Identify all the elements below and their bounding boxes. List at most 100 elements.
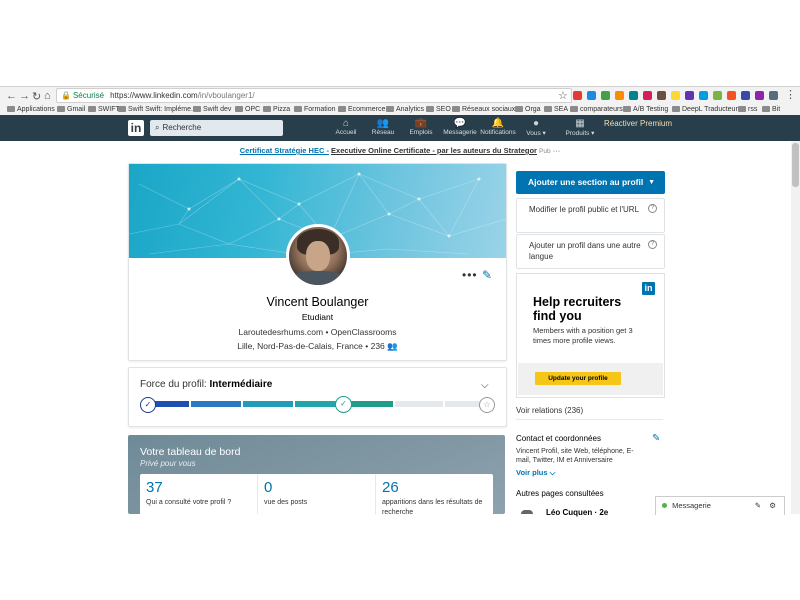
recruiter-ad: in Help recruiters find you Members with…	[516, 273, 665, 398]
ad-description: Members with a position get 3 times more…	[533, 326, 633, 345]
check-icon: ✓	[335, 396, 352, 413]
bookmark-item[interactable]: OPC	[235, 104, 260, 115]
extension-icon[interactable]	[727, 91, 736, 100]
stat-post-views[interactable]: 0 vue des posts	[258, 474, 376, 514]
home-browser-icon[interactable]: ⌂	[44, 90, 51, 102]
extension-icon[interactable]	[699, 91, 708, 100]
dashboard-stats: 37 Qui a consulté votre profil ? 0 vue d…	[140, 474, 493, 514]
extension-icon[interactable]	[601, 91, 610, 100]
stat-profile-views[interactable]: 37 Qui a consulté votre profil ?	[140, 474, 258, 514]
bookmark-item[interactable]: DeepL Traducteur	[672, 104, 738, 115]
bookmark-item[interactable]: Bit	[762, 104, 780, 115]
bookmark-label: Swift dev	[203, 106, 232, 113]
extension-icon[interactable]	[587, 91, 596, 100]
extension-icon[interactable]	[643, 91, 652, 100]
bookmark-item[interactable]: SEO	[426, 104, 451, 115]
bookmark-label: Réseaux sociaux	[462, 106, 516, 113]
stat-search-appearances[interactable]: 26 apparitions dans les résultats de rec…	[376, 474, 493, 514]
update-profile-button[interactable]: Update your profile	[535, 372, 621, 385]
extension-icon[interactable]	[713, 91, 722, 100]
extension-icon[interactable]	[755, 91, 764, 100]
premium-link[interactable]: Réactiver Premium	[604, 119, 672, 128]
bookmark-item[interactable]: SEA	[544, 104, 568, 115]
add-language-profile-button[interactable]: Ajouter un profil dans une autre langue …	[516, 234, 665, 269]
bookmark-item[interactable]: Swift dev	[193, 104, 231, 115]
dashboard-card: Votre tableau de bord Privé pour vous 37…	[128, 435, 505, 514]
extension-icon[interactable]	[573, 91, 582, 100]
extension-icon[interactable]	[671, 91, 680, 100]
extension-icon[interactable]	[741, 91, 750, 100]
reload-icon[interactable]: ↻	[32, 90, 41, 103]
extension-icon[interactable]	[685, 91, 694, 100]
folder-icon	[338, 106, 346, 112]
extension-icon[interactable]	[769, 91, 778, 100]
bookmark-label: Swift Swift: Impléme...	[128, 106, 197, 113]
help-icon[interactable]: ?	[648, 240, 657, 249]
extension-icon[interactable]	[629, 91, 638, 100]
bookmark-item[interactable]: SWIFT	[88, 104, 120, 115]
star-icon[interactable]: ☆	[558, 89, 568, 102]
back-icon[interactable]: ←	[6, 90, 17, 102]
nav-label: Accueil	[335, 129, 357, 136]
linkedin-logo[interactable]: in	[128, 120, 144, 136]
pencil-icon[interactable]: ✎	[482, 268, 492, 282]
folder-icon	[235, 106, 243, 112]
bookmark-item[interactable]: Ecommerce	[338, 104, 385, 115]
extension-icon[interactable]	[657, 91, 666, 100]
bookmark-item[interactable]: Orga	[515, 104, 541, 115]
forward-icon[interactable]: →	[19, 90, 30, 102]
avatar[interactable]	[521, 510, 533, 514]
profile-photo[interactable]	[286, 224, 350, 288]
address-bar[interactable]: 🔒 Sécurisé https://www.linkedin.com/in/vbo…	[56, 88, 572, 103]
bookmark-item[interactable]: Réseaux sociaux	[452, 104, 515, 115]
more-icon[interactable]: •••	[462, 268, 478, 282]
strength-label: Force du profil:	[140, 379, 207, 390]
bookmark-item[interactable]: Formation	[294, 104, 336, 115]
gear-icon[interactable]: ⚙	[769, 497, 776, 515]
bookmark-label: Applications	[17, 106, 55, 113]
bookmark-item[interactable]: Pizza	[263, 104, 290, 115]
dashboard-title: Votre tableau de bord	[140, 446, 241, 458]
bookmark-item[interactable]: Gmail	[57, 104, 85, 115]
scrollbar-thumb[interactable]	[792, 143, 799, 187]
other-person-name[interactable]: Léo Cuquen · 2e	[546, 508, 608, 518]
bookmark-item[interactable]: Analytics	[386, 104, 424, 115]
compose-icon[interactable]: ✎	[755, 497, 761, 515]
extension-icon[interactable]	[615, 91, 624, 100]
strength-segment	[243, 401, 293, 407]
scrollbar[interactable]	[791, 141, 800, 514]
stat-label: Qui a consulté votre profil ?	[146, 499, 232, 506]
bookmark-item[interactable]: A/B Testing	[623, 104, 668, 115]
nav-item-briefcase[interactable]: 💼 Emplois	[399, 118, 443, 136]
bookmark-label: DeepL Traducteur	[682, 106, 738, 113]
menu-icon[interactable]: ⋮	[785, 88, 796, 101]
bookmark-label: Pizza	[273, 106, 291, 113]
bookmark-item[interactable]: Swift Swift: Impléme...	[118, 104, 197, 115]
bookmark-label: comparateurs	[580, 106, 623, 113]
chevron-down-icon[interactable]: ⌵	[481, 380, 489, 391]
bookmark-item[interactable]: rss	[738, 104, 757, 115]
bookmark-label: Gmail	[67, 106, 86, 113]
strength-segment	[191, 401, 241, 407]
bookmarks-bar: Applications Gmail SWIFT Swift Swift: Implé…	[0, 104, 800, 115]
ad-link[interactable]: Certificat Stratégie HEC -	[240, 146, 329, 155]
nav-item-grid[interactable]: ▦ Produits ▾	[558, 118, 602, 137]
edit-public-profile-button[interactable]: Modifier le profil public et l'URL ?	[516, 198, 665, 233]
ad-text[interactable]: Executive Online Certificate - par les a…	[331, 146, 537, 155]
pencil-icon[interactable]: ✎	[652, 433, 660, 444]
search-input[interactable]: ⌕ Recherche	[150, 120, 283, 136]
more-icon[interactable]: ···	[553, 146, 561, 155]
see-more-link[interactable]: Voir plus ⌵	[516, 468, 555, 478]
help-icon[interactable]: ?	[648, 204, 657, 213]
relations-link[interactable]: Voir relations (236)	[516, 406, 583, 416]
nav-item-avatar[interactable]: ● Vous ▾	[514, 118, 558, 137]
bookmark-item[interactable]: Applications	[7, 104, 55, 115]
bookmark-item[interactable]: comparateurs	[570, 104, 623, 115]
bookmark-label: Orga	[525, 106, 541, 113]
connections-icon[interactable]: 👥	[387, 341, 398, 351]
profile-name: Vincent Boulanger	[266, 295, 369, 309]
folder-icon	[738, 106, 746, 112]
add-section-button[interactable]: Ajouter une section au profil ▼	[516, 171, 665, 194]
messaging-bar[interactable]: Messagerie ✎ ⚙	[655, 496, 785, 515]
bookmark-label: SWIFT	[98, 106, 120, 113]
